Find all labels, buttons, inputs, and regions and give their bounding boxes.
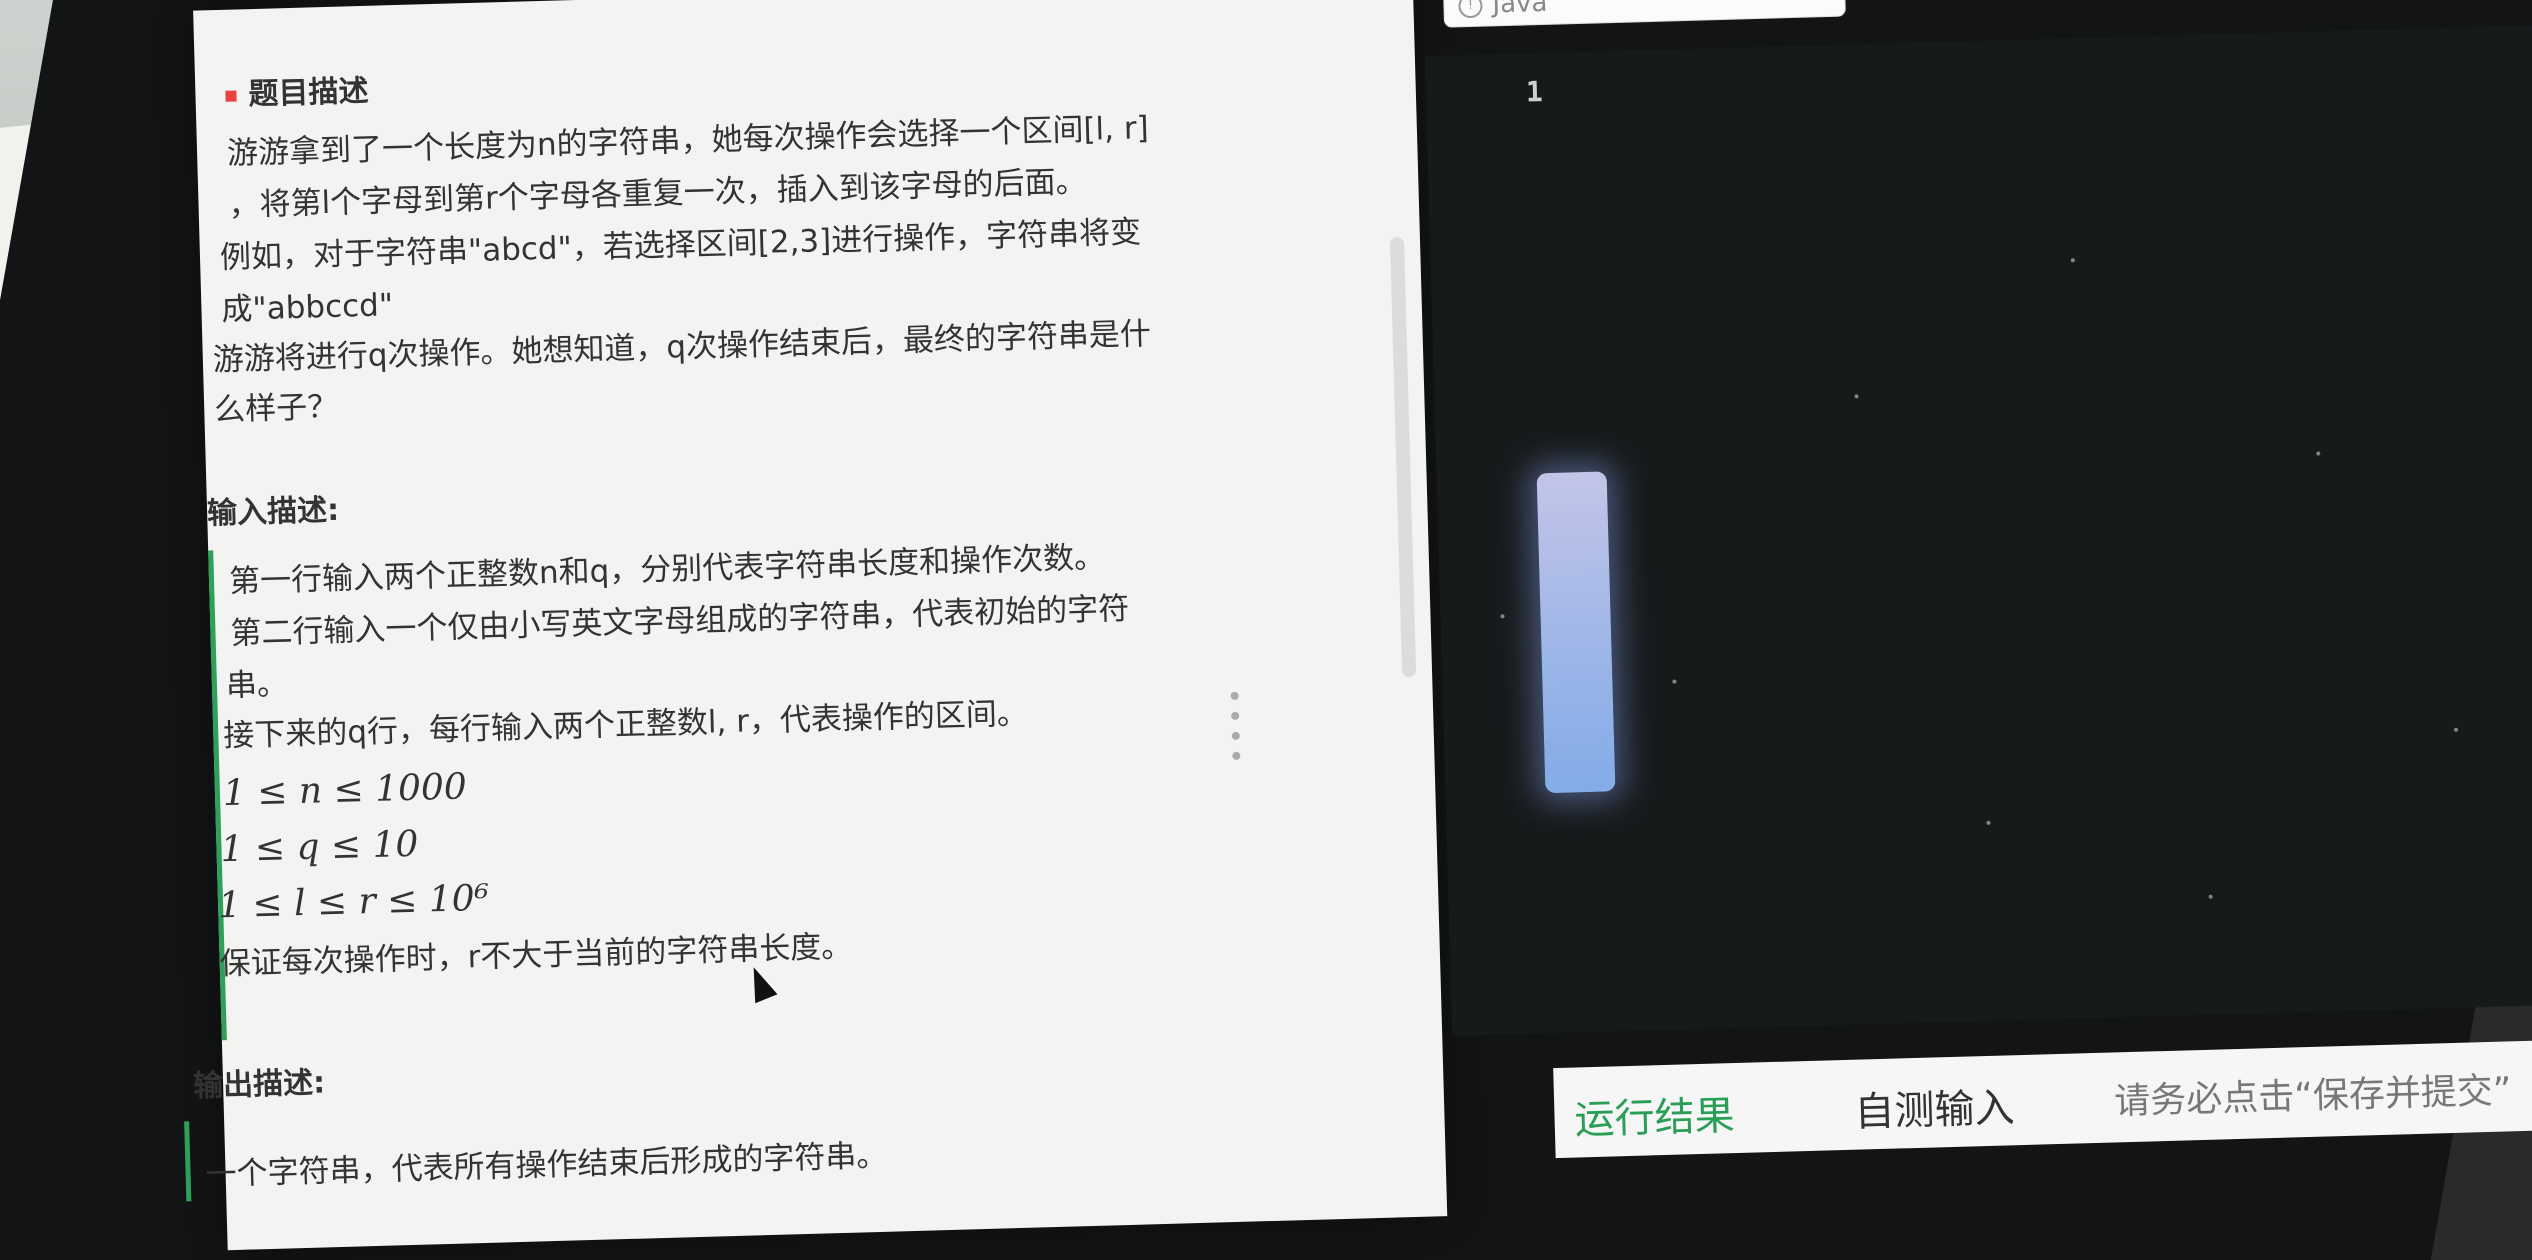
- problem-scrollbar[interactable]: [1389, 236, 1417, 678]
- screen-dust: [2316, 451, 2321, 456]
- input-line: 串。: [225, 666, 289, 705]
- description-line: 么样子？: [213, 388, 339, 429]
- problem-title-text: 题目描述: [247, 73, 369, 113]
- screen-dust: [1672, 679, 1677, 684]
- title-marker-icon: [225, 90, 237, 102]
- input-line: 接下来的q行，每行输入两个正整数l, r，代表操作的区间。: [222, 695, 1029, 755]
- panel-resize-handle[interactable]: [1229, 691, 1244, 782]
- description-line: 成"abbccd": [220, 287, 394, 328]
- tab-self-test[interactable]: 自测输入: [1854, 1075, 2016, 1137]
- line-number: 1: [1525, 75, 1544, 109]
- screen: 题目描述 游游拿到了一个长度为n的字符串，她每次操作会选择一个区间[l, r] …: [0, 0, 2532, 1251]
- output-quote-bar: [184, 1121, 192, 1202]
- screen-dust: [2208, 894, 2213, 899]
- code-editor[interactable]: 1: [1424, 23, 2532, 1036]
- problem-panel: 题目描述 游游拿到了一个长度为n的字符串，她每次操作会选择一个区间[l, r] …: [184, 0, 1448, 1251]
- screen-dust: [1500, 614, 1505, 619]
- screen-dust: [1854, 394, 1859, 399]
- constraint-q: 1 ≤ q ≤ 10: [219, 823, 419, 871]
- input-title: 输入描述:: [206, 492, 340, 532]
- save-submit-hint: 请务必点击“保存并提交”: [2113, 1070, 2513, 1123]
- tab-run-result[interactable]: 运行结果: [1574, 1083, 1736, 1145]
- output-line: 一个字符串，代表所有操作结束后形成的字符串。: [205, 1137, 888, 1193]
- screen-dust: [1986, 820, 1991, 825]
- screen-dust: [2070, 258, 2075, 263]
- constraint-lr: 1 ≤ l ≤ r ≤ 10⁶: [217, 877, 490, 927]
- output-title: 输出描述:: [192, 1065, 326, 1105]
- info-icon: !: [1458, 0, 1483, 19]
- language-selector[interactable]: ! Java: [1442, 0, 1846, 28]
- constraint-n: 1 ≤ n ≤ 1000: [222, 766, 468, 815]
- language-label: Java: [1492, 0, 1548, 20]
- screen-glare: [1536, 471, 1616, 794]
- problem-title: 题目描述: [225, 66, 369, 114]
- screen-dust: [2454, 727, 2459, 732]
